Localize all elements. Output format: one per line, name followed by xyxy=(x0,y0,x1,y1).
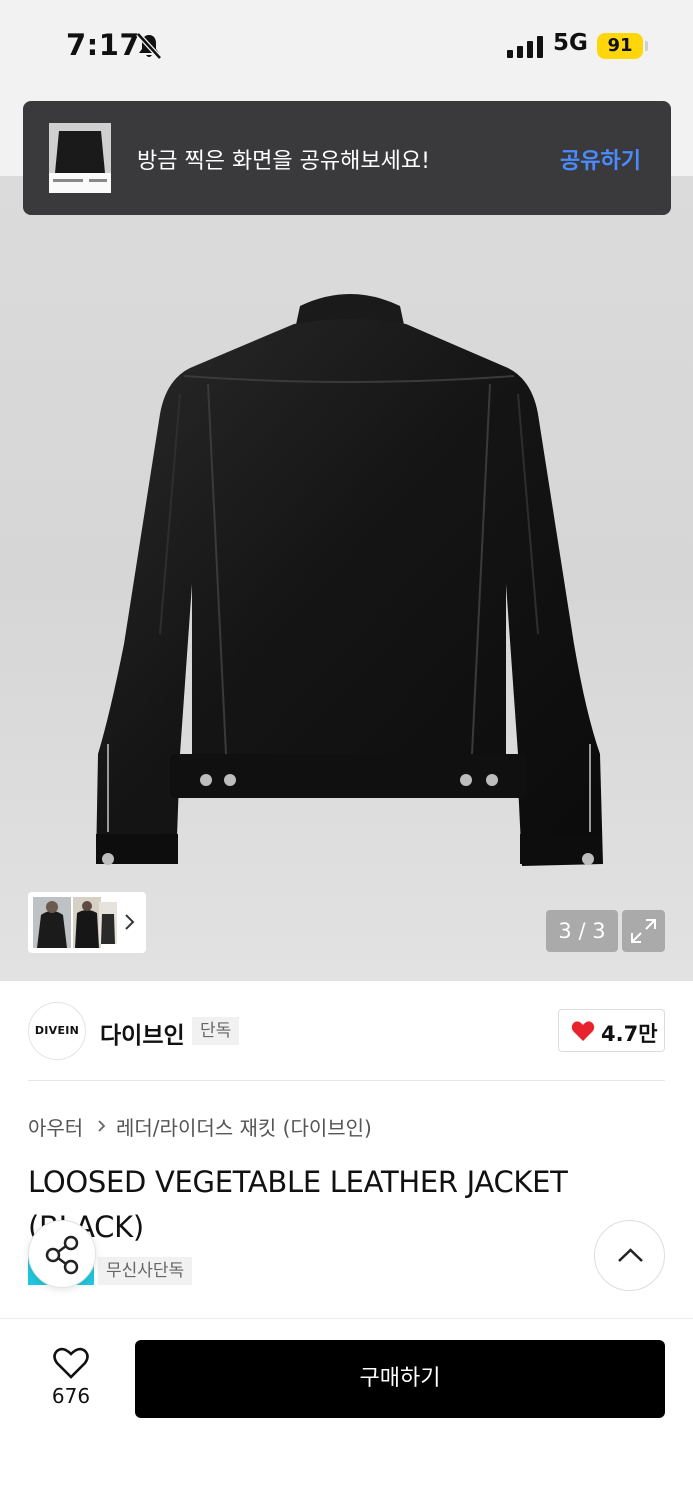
section-divider xyxy=(28,1080,665,1081)
scroll-to-top-button[interactable] xyxy=(594,1220,665,1291)
battery-icon: 91 xyxy=(597,33,643,59)
thumbnail-model-1[interactable] xyxy=(33,897,71,948)
bell-slash-icon xyxy=(136,32,162,60)
heart-outline-icon[interactable] xyxy=(52,1346,90,1380)
brand-logo[interactable]: DIVEIN xyxy=(28,1002,86,1060)
expand-icon[interactable] xyxy=(622,910,665,952)
toast-message: 방금 찍은 화면을 공유해보세요! xyxy=(137,149,430,174)
status-bar: 7:17 5G 91 xyxy=(0,0,693,96)
share-toast[interactable]: 방금 찍은 화면을 공유해보세요! 공유하기 xyxy=(23,101,671,215)
gallery-thumbnail-strip[interactable] xyxy=(28,892,146,953)
battery-tip xyxy=(645,41,648,51)
brand-like-button[interactable]: 4.7만 xyxy=(558,1009,665,1052)
buy-button[interactable]: 구매하기 xyxy=(135,1340,665,1418)
thumbnail-model-2[interactable] xyxy=(73,897,101,948)
signal-icon xyxy=(507,36,543,58)
status-time: 7:17 xyxy=(66,28,141,62)
toast-screenshot-thumbnail xyxy=(49,123,111,193)
thumbnail-model-3[interactable] xyxy=(99,902,117,944)
share-button[interactable] xyxy=(28,1220,96,1288)
breadcrumb-subcategory[interactable]: 레더/라이더스 재킷 (다이브인) xyxy=(116,1112,372,1141)
heart-filled-icon xyxy=(571,1021,595,1041)
musinsa-exclusive-tag: 무신사단독 xyxy=(98,1257,193,1285)
chevron-right-icon xyxy=(98,1120,106,1132)
brand-name[interactable]: 다이브인 xyxy=(100,1016,185,1050)
chevron-up-icon xyxy=(618,1248,643,1262)
product-title: LOOSED VEGETABLE LEATHER JACKET (BLACK) xyxy=(28,1165,568,1244)
wish-count: 676 xyxy=(51,1384,91,1408)
breadcrumb-category[interactable]: 아우터 xyxy=(28,1112,83,1141)
product-page: 7:17 5G 91 방금 찍은 화면을 공유해보세요! 공유하기 3 / 3 … xyxy=(0,0,693,1500)
image-counter: 3 / 3 xyxy=(546,910,618,952)
product-image-jacket xyxy=(96,294,603,866)
exclusive-badge: 단독 xyxy=(192,1017,240,1045)
share-icon xyxy=(45,1235,79,1275)
brand-like-count: 4.7만 xyxy=(601,1022,658,1046)
toast-share-button[interactable]: 공유하기 xyxy=(560,143,641,175)
chevron-right-icon[interactable] xyxy=(123,909,137,935)
network-type: 5G xyxy=(553,30,588,56)
